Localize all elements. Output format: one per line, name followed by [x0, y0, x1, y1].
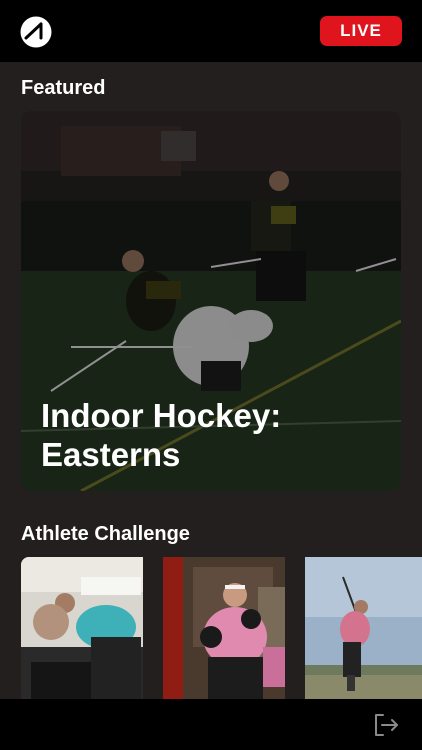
challenge-thumbnail[interactable] [21, 557, 143, 699]
bottom-bar [0, 699, 422, 750]
featured-section-title: Featured [21, 77, 106, 99]
boxing-training-image [163, 557, 285, 699]
challenge-thumbnail[interactable] [163, 557, 285, 699]
golf-swing-image [305, 557, 422, 699]
featured-card-title: Indoor Hockey: Easterns [41, 397, 282, 473]
featured-card[interactable]: Indoor Hockey: Easterns [21, 111, 401, 491]
athlete-challenge-section-title: Athlete Challenge [21, 523, 190, 545]
live-button[interactable]: LIVE [320, 16, 402, 46]
indoor-cycling-image [21, 557, 143, 699]
app-logo-icon[interactable] [20, 16, 52, 48]
challenge-thumbnail[interactable] [305, 557, 422, 699]
logout-icon[interactable] [372, 711, 400, 739]
